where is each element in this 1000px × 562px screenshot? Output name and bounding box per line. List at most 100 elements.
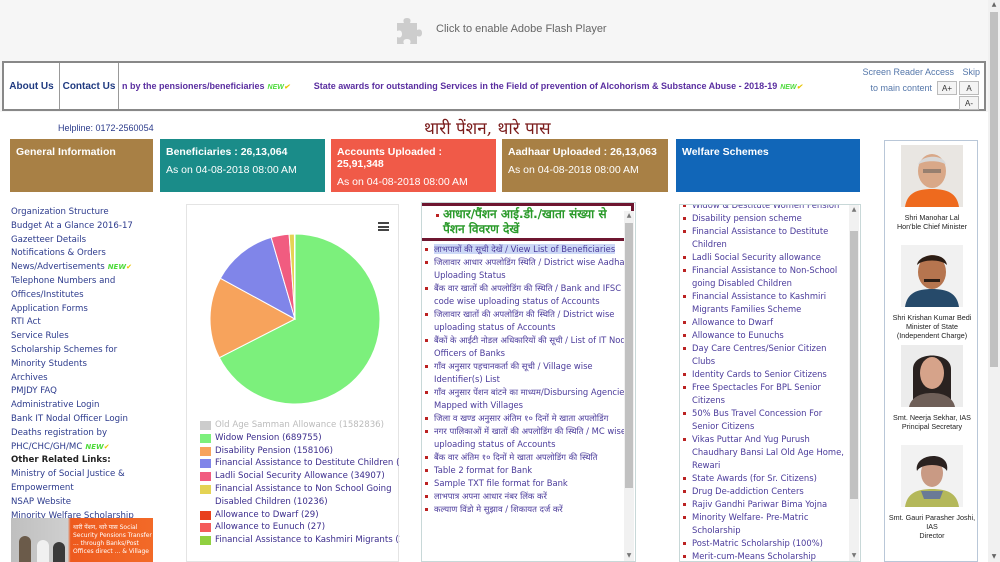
legend-item[interactable]: Financial Assistance to Kashmiri Migrant… xyxy=(200,534,400,547)
promo-banner-image[interactable]: थारी पेंशन, थारे पास Social Security Pen… xyxy=(11,518,153,562)
scheme-link[interactable]: Day Care Centres/Senior Citizen Clubs xyxy=(680,342,848,368)
marquee-item-text[interactable]: State awards for outstanding Services in… xyxy=(314,81,777,91)
legend-label[interactable]: Ladli Social Security Allowance (34907) xyxy=(215,470,385,483)
sidebar-link[interactable]: PMJDY FAQ xyxy=(0,385,152,399)
scheme-link[interactable]: Minority Welfare- Pre-Matric Scholarship xyxy=(680,511,848,537)
pension-link[interactable]: लाभपात्रों की सूची देखें / View List of … xyxy=(422,243,635,256)
sidebar-link-label[interactable]: PMJDY FAQ xyxy=(11,386,57,396)
legend-label[interactable]: Financial Assistance to Kashmiri Migrant… xyxy=(215,534,400,547)
sidebar-link-label[interactable]: Notifications & Orders xyxy=(11,248,106,258)
scroll-down-icon[interactable]: ▼ xyxy=(624,551,634,561)
news-marquee[interactable]: n by the pensioners/beneficiariesNEW Sta… xyxy=(122,63,847,109)
legend-label[interactable]: Widow Pension (689755) xyxy=(215,432,322,445)
sidebar-link[interactable]: RTI Act xyxy=(0,316,152,330)
pension-link[interactable]: बैंक वार अंतिम १० दिनों मे खाता अपलोडिंग… xyxy=(422,451,635,464)
featured-link[interactable]: आधार/पैंशन आई.डी./खाता संख्या से पैंशन व… xyxy=(433,207,627,237)
pension-link-text[interactable]: बैंकों के आईटी नोडल अधिकारियों की सूची /… xyxy=(434,335,633,358)
tile-beneficiaries[interactable]: Beneficiaries : 26,13,064 As on 04-08-20… xyxy=(160,139,325,192)
pension-link-text[interactable]: नगर पालिकाओं में खातों की अपलोडिंग की स्… xyxy=(434,426,626,449)
pension-link[interactable]: गाँव अनुसार पहचानकर्ता की सूची / Village… xyxy=(422,360,635,386)
font-normal-button[interactable]: A xyxy=(959,81,979,95)
legend-label[interactable]: Financial Assistance to Non School Going… xyxy=(215,483,395,509)
skip-to-main-link[interactable]: to main content xyxy=(870,83,932,93)
sidebar-link-label[interactable]: Service Rules xyxy=(11,331,69,341)
legend-item[interactable]: Allowance to Eunuch (27) xyxy=(200,521,400,534)
pension-link-text[interactable]: कल्याण विंडो मे सुझाव / शिकायत दर्ज करें xyxy=(434,504,563,514)
marquee-item-text[interactable]: n by the pensioners/beneficiaries xyxy=(122,81,265,91)
scheme-link[interactable]: Identity Cards to Senior Citizens xyxy=(680,368,848,381)
sidebar-link[interactable]: Budget At a Glance 2016-17 xyxy=(0,220,152,234)
scheme-link[interactable]: State Awards (for Sr. Citizens) xyxy=(680,472,848,485)
marquee-item[interactable]: State awards for outstanding Services in… xyxy=(314,81,813,91)
sidebar-link[interactable]: Organization Structure xyxy=(0,206,152,220)
schemes-scrollbar[interactable]: ▲ ▼ xyxy=(849,205,859,561)
sidebar-link[interactable]: Administrative Login xyxy=(0,399,152,413)
scheme-link[interactable]: Financial Assistance to Destitute Childr… xyxy=(680,225,848,251)
tile-general-information[interactable]: General Information xyxy=(10,139,153,192)
legend-item[interactable]: Allowance to Dwarf (29) xyxy=(200,509,400,522)
legend-item[interactable]: Disability Pension (158106) xyxy=(200,445,400,458)
sidebar-link-label[interactable]: Gazetteer Details xyxy=(11,235,86,245)
sidebar-link[interactable]: Application Forms xyxy=(0,303,152,317)
pension-link[interactable]: जिलावार खातों की अपलोडिंग की स्थिति / Di… xyxy=(422,308,635,334)
sidebar-link[interactable]: News/Advertisements NEW xyxy=(0,261,152,275)
scheme-link[interactable]: Vikas Puttar And Yug Purush Chaudhary Ba… xyxy=(680,433,848,472)
pension-link-text[interactable]: बैंक वार अंतिम १० दिनों मे खाता अपलोडिंग… xyxy=(434,452,597,462)
pension-link-text[interactable]: जिला व खण्ड अनुसार अंतिम १० दिनों मे खात… xyxy=(434,413,608,423)
scheme-link[interactable]: Allowance to Eunuchs xyxy=(680,329,848,342)
sidebar-link[interactable]: Telephone Numbers and Offices/Institutes xyxy=(0,275,152,303)
flash-message[interactable]: Click to enable Adobe Flash Player xyxy=(436,23,607,35)
scroll-thumb[interactable] xyxy=(625,223,633,488)
screen-reader-access-link[interactable]: Screen Reader Access xyxy=(862,67,954,77)
page-scrollbar[interactable]: ▲ ▼ xyxy=(988,0,1000,562)
tile-aadhaar-uploaded[interactable]: Aadhaar Uploaded : 26,13,063 As on 04-08… xyxy=(502,139,668,192)
nav-about-us[interactable]: About Us xyxy=(4,63,60,109)
sidebar-link-label[interactable]: Budget At a Glance 2016-17 xyxy=(11,221,133,231)
sidebar-link-label[interactable]: Archives xyxy=(11,373,48,383)
scheme-link[interactable]: Financial Assistance to Kashmiri Migrant… xyxy=(680,290,848,316)
scheme-link[interactable]: Post-Matric Scholarship (100%) xyxy=(680,537,848,550)
legend-item[interactable]: Financial Assistance to Non School Going… xyxy=(200,483,400,509)
font-decrease-button[interactable]: A- xyxy=(959,96,979,110)
pension-link-text[interactable]: लाभपात्र अपना आधार नंबर लिंक करें xyxy=(434,491,547,501)
pension-link-text[interactable]: गाँव अनुसार पेंशन बांटने का माध्यम/Disbu… xyxy=(434,387,629,410)
legend-label[interactable]: Disability Pension (158106) xyxy=(215,445,333,458)
pension-link-text[interactable]: जिलावार आधार अपलोडिंग स्थिति / District … xyxy=(434,257,633,280)
scroll-thumb[interactable] xyxy=(990,12,998,367)
sidebar-link[interactable]: Deaths registration by PHC/CHC/GH/MC NEW xyxy=(0,427,152,455)
hamburger-menu-icon[interactable] xyxy=(378,222,389,231)
pension-link-text[interactable]: लाभपात्रों की सूची देखें / View List of … xyxy=(434,244,616,254)
legend-label[interactable]: Old Age Samman Allowance (1582836) xyxy=(215,419,384,432)
sidebar-link-label[interactable]: Telephone Numbers and Offices/Institutes xyxy=(11,276,115,300)
pension-link-text[interactable]: Table 2 format for Bank xyxy=(434,465,532,475)
related-link[interactable]: NSAP Website xyxy=(0,496,152,510)
scheme-link[interactable]: Free Spectacles For BPL Senior Citizens xyxy=(680,381,848,407)
scroll-thumb[interactable] xyxy=(850,231,858,499)
pension-link[interactable]: जिला व खण्ड अनुसार अंतिम १० दिनों मे खात… xyxy=(422,412,635,425)
scheme-link[interactable]: Ladli Social Security allowance xyxy=(680,251,848,264)
sidebar-link-label[interactable]: Scholarship Schemes for Minority Student… xyxy=(11,345,117,369)
pension-link-text[interactable]: गाँव अनुसार पहचानकर्ता की सूची / Village… xyxy=(434,361,593,384)
scroll-down-icon[interactable]: ▼ xyxy=(988,552,1000,562)
sidebar-link-label[interactable]: Organization Structure xyxy=(11,207,109,217)
pension-link[interactable]: लाभपात्र अपना आधार नंबर लिंक करें xyxy=(422,490,635,503)
pension-link[interactable]: जिलावार आधार अपलोडिंग स्थिति / District … xyxy=(422,256,635,282)
scheme-link[interactable]: Rajiv Gandhi Pariwar Bima Yojna xyxy=(680,498,848,511)
scheme-link[interactable]: Merit-cum-Means Scholarship xyxy=(680,550,848,561)
scroll-down-icon[interactable]: ▼ xyxy=(849,551,859,561)
legend-item[interactable]: Financial Assistance to Destitute Childr… xyxy=(200,457,400,470)
marquee-item[interactable]: n by the pensioners/beneficiaries NEW xyxy=(122,81,300,91)
scheme-link[interactable]: Disability pension scheme xyxy=(680,212,848,225)
sidebar-link-label[interactable]: Administrative Login xyxy=(11,400,99,410)
legend-label[interactable]: Allowance to Eunuch (27) xyxy=(215,521,325,534)
sidebar-link[interactable]: Service Rules xyxy=(0,330,152,344)
pension-link-text[interactable]: Sample TXT file format for Bank xyxy=(434,478,568,488)
sidebar-link[interactable]: Bank IT Nodal Officer Login xyxy=(0,413,152,427)
legend-label[interactable]: Financial Assistance to Destitute Childr… xyxy=(215,457,400,470)
scroll-up-icon[interactable]: ▲ xyxy=(849,205,859,215)
related-link[interactable]: Ministry of Social Justice & Empowerment xyxy=(0,468,152,496)
sidebar-link-label[interactable]: RTI Act xyxy=(11,317,41,327)
nav-contact-us[interactable]: Contact Us xyxy=(60,63,119,109)
sidebar-link[interactable]: Archives xyxy=(0,372,152,386)
scroll-up-icon[interactable]: ▲ xyxy=(988,0,1000,10)
